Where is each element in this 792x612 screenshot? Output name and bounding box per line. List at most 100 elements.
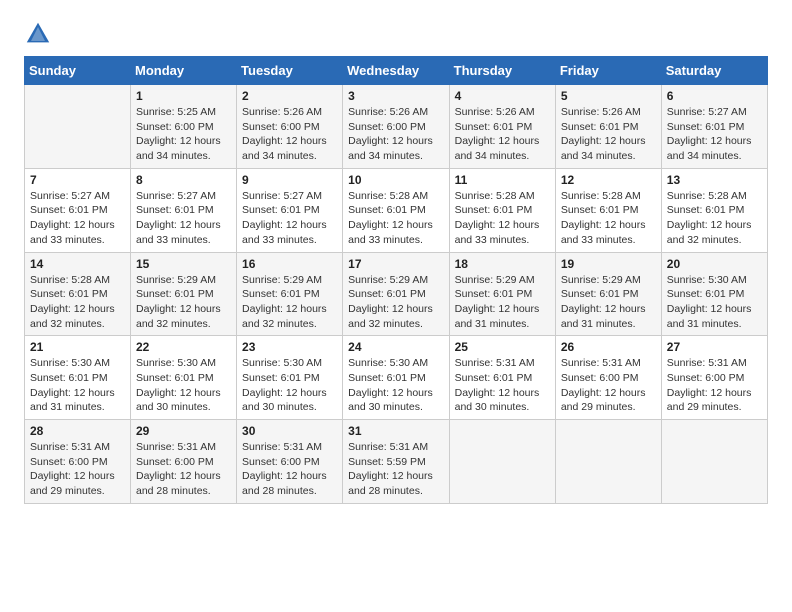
day-number: 8 bbox=[136, 173, 231, 187]
calendar-cell: 1 Sunrise: 5:25 AM Sunset: 6:00 PM Daylig… bbox=[131, 85, 237, 169]
day-info: Sunrise: 5:27 AM Sunset: 6:01 PM Dayligh… bbox=[136, 189, 231, 248]
day-number: 2 bbox=[242, 89, 337, 103]
calendar-cell: 4 Sunrise: 5:26 AM Sunset: 6:01 PM Daylig… bbox=[449, 85, 555, 169]
day-number: 19 bbox=[561, 257, 656, 271]
day-info: Sunrise: 5:26 AM Sunset: 6:00 PM Dayligh… bbox=[242, 105, 337, 164]
calendar-week-5: 28 Sunrise: 5:31 AM Sunset: 6:00 PM Dayli… bbox=[25, 420, 768, 504]
header-sunday: Sunday bbox=[25, 57, 131, 85]
day-info: Sunrise: 5:29 AM Sunset: 6:01 PM Dayligh… bbox=[136, 273, 231, 332]
calendar-cell: 25 Sunrise: 5:31 AM Sunset: 6:01 PM Dayli… bbox=[449, 336, 555, 420]
calendar-week-3: 14 Sunrise: 5:28 AM Sunset: 6:01 PM Dayli… bbox=[25, 252, 768, 336]
calendar-cell: 29 Sunrise: 5:31 AM Sunset: 6:00 PM Dayli… bbox=[131, 420, 237, 504]
day-number: 14 bbox=[30, 257, 125, 271]
day-number: 30 bbox=[242, 424, 337, 438]
day-info: Sunrise: 5:30 AM Sunset: 6:01 PM Dayligh… bbox=[242, 356, 337, 415]
day-number: 21 bbox=[30, 340, 125, 354]
calendar-cell: 28 Sunrise: 5:31 AM Sunset: 6:00 PM Dayli… bbox=[25, 420, 131, 504]
calendar-cell: 2 Sunrise: 5:26 AM Sunset: 6:00 PM Daylig… bbox=[237, 85, 343, 169]
calendar-cell: 27Sunrise: 5:31 AM Sunset: 6:00 PM Dayli… bbox=[661, 336, 767, 420]
calendar-cell: 20 Sunrise: 5:30 AM Sunset: 6:01 PM Dayli… bbox=[661, 252, 767, 336]
day-number: 26 bbox=[561, 340, 656, 354]
calendar-cell: 8 Sunrise: 5:27 AM Sunset: 6:01 PM Daylig… bbox=[131, 168, 237, 252]
day-info: Sunrise: 5:29 AM Sunset: 6:01 PM Dayligh… bbox=[348, 273, 443, 332]
day-info: Sunrise: 5:30 AM Sunset: 6:01 PM Dayligh… bbox=[667, 273, 762, 332]
day-number: 22 bbox=[136, 340, 231, 354]
day-number: 28 bbox=[30, 424, 125, 438]
day-info: Sunrise: 5:27 AM Sunset: 6:01 PM Dayligh… bbox=[242, 189, 337, 248]
day-number: 1 bbox=[136, 89, 231, 103]
calendar-cell: 13 Sunrise: 5:28 AM Sunset: 6:01 PM Dayli… bbox=[661, 168, 767, 252]
day-number: 25 bbox=[455, 340, 550, 354]
day-number: 12 bbox=[561, 173, 656, 187]
day-number: 7 bbox=[30, 173, 125, 187]
day-number: 9 bbox=[242, 173, 337, 187]
day-info: Sunrise: 5:29 AM Sunset: 6:01 PM Dayligh… bbox=[561, 273, 656, 332]
day-number: 31 bbox=[348, 424, 443, 438]
day-info: Sunrise: 5:31 AM Sunset: 6:00 PM Dayligh… bbox=[242, 440, 337, 499]
day-info: Sunrise: 5:30 AM Sunset: 6:01 PM Dayligh… bbox=[136, 356, 231, 415]
day-info: Sunrise: 5:28 AM Sunset: 6:01 PM Dayligh… bbox=[30, 273, 125, 332]
header-friday: Friday bbox=[555, 57, 661, 85]
calendar-cell: 11 Sunrise: 5:28 AM Sunset: 6:01 PM Dayli… bbox=[449, 168, 555, 252]
day-info: Sunrise: 5:31 AM Sunset: 5:59 PM Dayligh… bbox=[348, 440, 443, 499]
day-info: Sunrise: 5:28 AM Sunset: 6:01 PM Dayligh… bbox=[561, 189, 656, 248]
day-info: Sunrise: 5:30 AM Sunset: 6:01 PM Dayligh… bbox=[30, 356, 125, 415]
calendar-cell: 24Sunrise: 5:30 AM Sunset: 6:01 PM Dayli… bbox=[343, 336, 449, 420]
day-info: Sunrise: 5:31 AM Sunset: 6:01 PM Dayligh… bbox=[455, 356, 550, 415]
calendar-cell: 9 Sunrise: 5:27 AM Sunset: 6:01 PM Daylig… bbox=[237, 168, 343, 252]
day-number: 6 bbox=[667, 89, 762, 103]
calendar-cell: 30 Sunrise: 5:31 AM Sunset: 6:00 PM Dayli… bbox=[237, 420, 343, 504]
calendar-cell: 15 Sunrise: 5:29 AM Sunset: 6:01 PM Dayli… bbox=[131, 252, 237, 336]
calendar-week-4: 21 Sunrise: 5:30 AM Sunset: 6:01 PM Dayli… bbox=[25, 336, 768, 420]
day-info: Sunrise: 5:28 AM Sunset: 6:01 PM Dayligh… bbox=[455, 189, 550, 248]
logo bbox=[24, 20, 58, 48]
day-info: Sunrise: 5:25 AM Sunset: 6:00 PM Dayligh… bbox=[136, 105, 231, 164]
header-saturday: Saturday bbox=[661, 57, 767, 85]
calendar-cell: 26 Sunrise: 5:31 AM Sunset: 6:00 PM Dayli… bbox=[555, 336, 661, 420]
day-info: Sunrise: 5:31 AM Sunset: 6:00 PM Dayligh… bbox=[136, 440, 231, 499]
day-number: 11 bbox=[455, 173, 550, 187]
calendar-cell: 18Sunrise: 5:29 AM Sunset: 6:01 PM Dayli… bbox=[449, 252, 555, 336]
day-number: 18 bbox=[455, 257, 550, 271]
day-number: 20 bbox=[667, 257, 762, 271]
day-info: Sunrise: 5:30 AM Sunset: 6:01 PM Dayligh… bbox=[348, 356, 443, 415]
calendar-cell: 19 Sunrise: 5:29 AM Sunset: 6:01 PM Dayli… bbox=[555, 252, 661, 336]
day-number: 13 bbox=[667, 173, 762, 187]
day-number: 23 bbox=[242, 340, 337, 354]
calendar-cell bbox=[25, 85, 131, 169]
header-monday: Monday bbox=[131, 57, 237, 85]
calendar-cell bbox=[555, 420, 661, 504]
day-number: 29 bbox=[136, 424, 231, 438]
day-number: 17 bbox=[348, 257, 443, 271]
calendar-cell: 7 Sunrise: 5:27 AM Sunset: 6:01 PM Daylig… bbox=[25, 168, 131, 252]
day-number: 5 bbox=[561, 89, 656, 103]
day-number: 4 bbox=[455, 89, 550, 103]
day-number: 3 bbox=[348, 89, 443, 103]
calendar-cell: 6Sunrise: 5:27 AM Sunset: 6:01 PM Daylig… bbox=[661, 85, 767, 169]
calendar-week-1: 1 Sunrise: 5:25 AM Sunset: 6:00 PM Daylig… bbox=[25, 85, 768, 169]
day-info: Sunrise: 5:26 AM Sunset: 6:01 PM Dayligh… bbox=[455, 105, 550, 164]
calendar-cell: 17 Sunrise: 5:29 AM Sunset: 6:01 PM Dayli… bbox=[343, 252, 449, 336]
calendar-cell: 23 Sunrise: 5:30 AM Sunset: 6:01 PM Dayli… bbox=[237, 336, 343, 420]
calendar-cell: 31 Sunrise: 5:31 AM Sunset: 5:59 PM Dayli… bbox=[343, 420, 449, 504]
day-info: Sunrise: 5:26 AM Sunset: 6:00 PM Dayligh… bbox=[348, 105, 443, 164]
page-header bbox=[24, 20, 768, 48]
day-number: 16 bbox=[242, 257, 337, 271]
calendar-cell bbox=[661, 420, 767, 504]
day-info: Sunrise: 5:26 AM Sunset: 6:01 PM Dayligh… bbox=[561, 105, 656, 164]
calendar-cell: 5 Sunrise: 5:26 AM Sunset: 6:01 PM Daylig… bbox=[555, 85, 661, 169]
day-number: 27 bbox=[667, 340, 762, 354]
day-info: Sunrise: 5:28 AM Sunset: 6:01 PM Dayligh… bbox=[348, 189, 443, 248]
calendar-cell: 10Sunrise: 5:28 AM Sunset: 6:01 PM Dayli… bbox=[343, 168, 449, 252]
day-number: 15 bbox=[136, 257, 231, 271]
calendar-cell bbox=[449, 420, 555, 504]
calendar-cell: 21 Sunrise: 5:30 AM Sunset: 6:01 PM Dayli… bbox=[25, 336, 131, 420]
header-tuesday: Tuesday bbox=[237, 57, 343, 85]
header-wednesday: Wednesday bbox=[343, 57, 449, 85]
day-info: Sunrise: 5:31 AM Sunset: 6:00 PM Dayligh… bbox=[561, 356, 656, 415]
calendar-header-row: SundayMondayTuesdayWednesdayThursdayFrid… bbox=[25, 57, 768, 85]
day-info: Sunrise: 5:28 AM Sunset: 6:01 PM Dayligh… bbox=[667, 189, 762, 248]
calendar-table: SundayMondayTuesdayWednesdayThursdayFrid… bbox=[24, 56, 768, 504]
day-info: Sunrise: 5:27 AM Sunset: 6:01 PM Dayligh… bbox=[30, 189, 125, 248]
day-info: Sunrise: 5:31 AM Sunset: 6:00 PM Dayligh… bbox=[30, 440, 125, 499]
